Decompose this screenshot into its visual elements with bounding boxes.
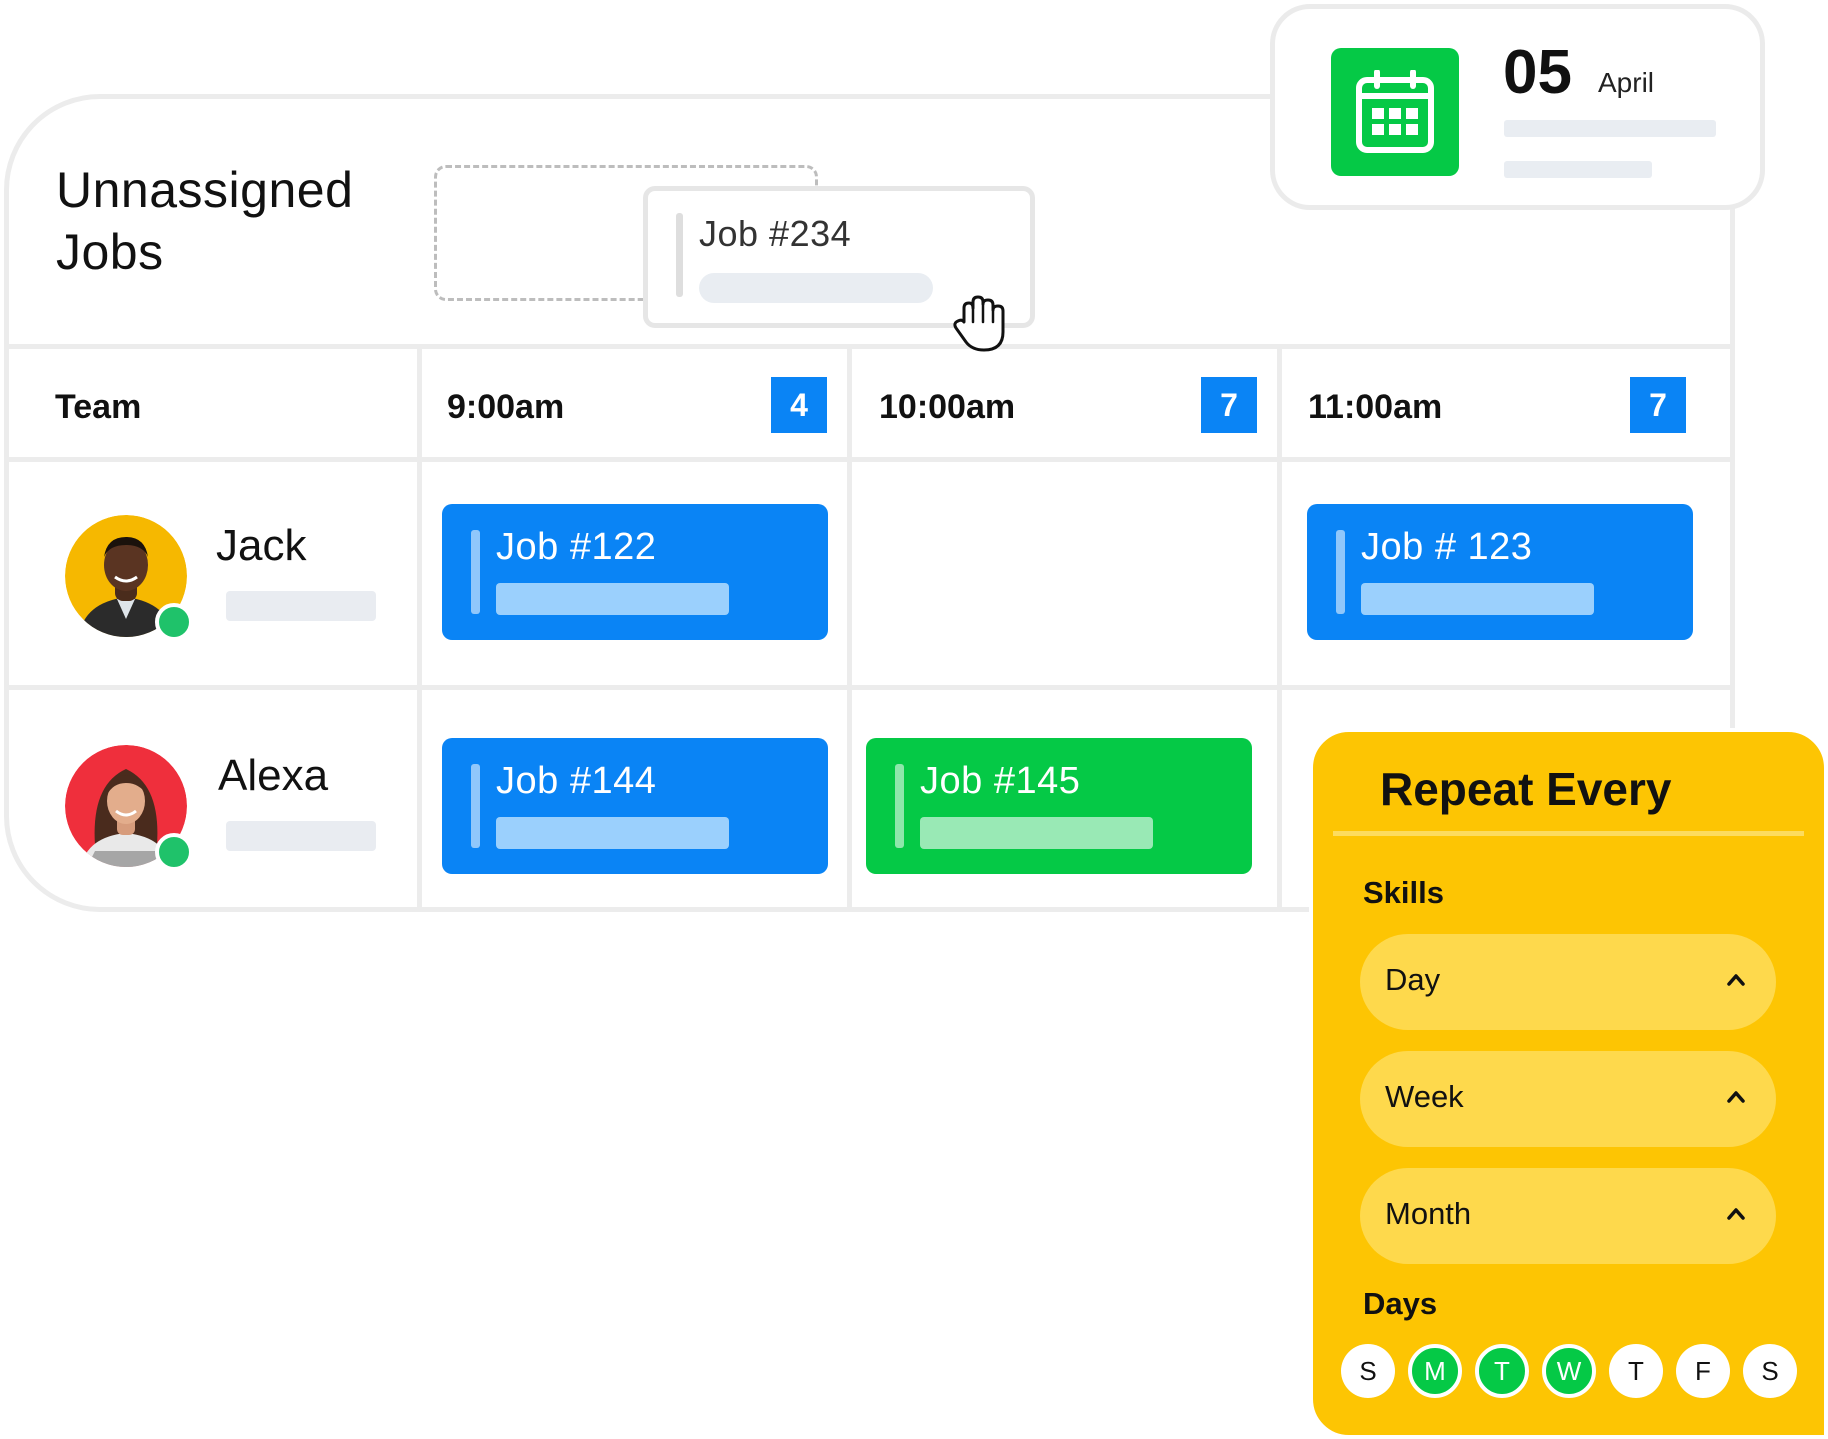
member-name: Alexa <box>218 751 329 800</box>
date-month: April <box>1598 67 1655 98</box>
job-card-detail-placeholder <box>496 583 729 615</box>
job-card-detail-placeholder <box>920 817 1153 849</box>
team-header: Team <box>55 388 142 426</box>
date-card[interactable]: 05 April <box>1270 4 1765 210</box>
avatar[interactable] <box>65 745 193 871</box>
job-card-handle <box>471 530 480 614</box>
day-toggle-monday[interactable]: M <box>1408 1344 1462 1398</box>
grid-divider <box>9 685 1730 690</box>
chevron-up-icon <box>1727 1208 1745 1220</box>
repeat-panel-title: Repeat Every <box>1380 763 1672 815</box>
job-card-label: Job #122 <box>496 526 657 568</box>
member-subtitle-placeholder <box>226 821 376 851</box>
chevron-up-icon <box>1727 974 1745 986</box>
job-card-handle <box>895 764 904 848</box>
grab-hand-icon <box>953 295 1005 352</box>
online-status-dot <box>155 603 193 641</box>
time-slot-label: 9:00am <box>447 388 565 426</box>
unassigned-jobs-title: Unnassigned Jobs <box>56 162 354 280</box>
grid-divider <box>9 344 1730 349</box>
date-detail-placeholder <box>1504 161 1652 178</box>
day-toggle-friday[interactable]: F <box>1676 1344 1730 1398</box>
avatar[interactable] <box>65 515 193 641</box>
job-card[interactable]: Job #144 <box>442 738 828 874</box>
time-slot-label: 11:00am <box>1308 388 1443 426</box>
job-card-label: Job #145 <box>920 760 1081 802</box>
job-card-label: Job # 123 <box>1361 526 1533 568</box>
grid-divider <box>9 457 1730 462</box>
grid-divider <box>1277 344 1282 907</box>
job-card-label: Job #144 <box>496 760 657 802</box>
calendar-icon <box>1356 70 1434 153</box>
date-detail-placeholder <box>1504 120 1716 137</box>
day-toggle-wednesday[interactable]: W <box>1542 1344 1596 1398</box>
job-count-badge: 7 <box>1630 377 1686 433</box>
job-card[interactable]: Job #122 <box>442 504 828 640</box>
panel-divider <box>1333 831 1804 836</box>
grid-divider <box>847 344 852 907</box>
member-name: Jack <box>216 521 307 570</box>
job-count-badge: 7 <box>1201 377 1257 433</box>
job-card-detail-placeholder <box>496 817 729 849</box>
job-card-label: Job #234 <box>699 213 852 254</box>
repeat-option-label: Week <box>1385 1079 1464 1114</box>
repeat-option-label: Month <box>1385 1196 1472 1231</box>
member-subtitle-placeholder <box>226 591 376 621</box>
date-day: 05 <box>1503 38 1572 107</box>
skills-label: Skills <box>1363 875 1444 910</box>
job-card[interactable]: Job # 123 <box>1307 504 1693 640</box>
job-card-handle <box>1336 530 1345 614</box>
repeat-option-week[interactable]: Week <box>1360 1051 1776 1147</box>
repeat-option-day[interactable]: Day <box>1360 934 1776 1030</box>
calendar-tile[interactable] <box>1331 48 1459 176</box>
chevron-up-icon <box>1727 1091 1745 1103</box>
job-card-detail-placeholder <box>699 273 933 303</box>
days-label: Days <box>1363 1286 1438 1321</box>
repeat-option-label: Day <box>1385 962 1441 997</box>
job-card[interactable]: Job #145 <box>866 738 1252 874</box>
day-toggle-sunday[interactable]: S <box>1341 1344 1395 1398</box>
job-card-detail-placeholder <box>1361 583 1594 615</box>
job-card-handle <box>676 213 683 297</box>
repeat-every-panel: Repeat Every Skills Day Week Month Days … <box>1309 728 1828 1439</box>
day-toggle-tuesday[interactable]: T <box>1475 1344 1529 1398</box>
grid-divider <box>417 344 422 907</box>
day-toggle-saturday[interactable]: S <box>1743 1344 1797 1398</box>
day-toggle-thursday[interactable]: T <box>1609 1344 1663 1398</box>
job-count-badge: 4 <box>771 377 827 433</box>
job-card-handle <box>471 764 480 848</box>
time-slot-label: 10:00am <box>879 388 1016 426</box>
online-status-dot <box>155 833 193 871</box>
repeat-option-month[interactable]: Month <box>1360 1168 1776 1264</box>
